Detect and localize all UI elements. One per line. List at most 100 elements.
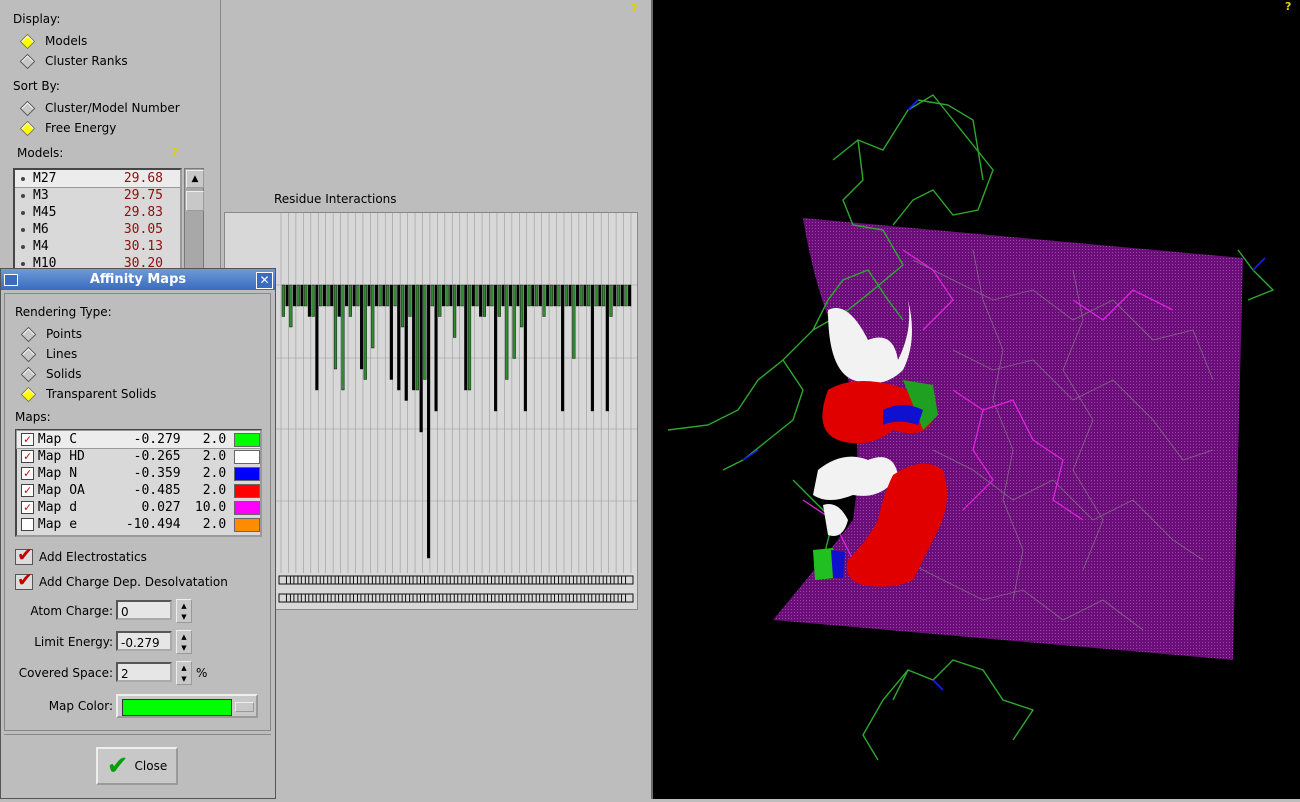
sort-option-free-energy[interactable]: Free Energy — [19, 119, 117, 137]
help-icon[interactable]: ? — [631, 2, 637, 15]
map-row[interactable]: ✓ Map N -0.359 2.0 — [17, 465, 260, 482]
chart-bar — [449, 284, 453, 307]
residue-tick-label — [427, 575, 440, 585]
display-option-models[interactable]: Models — [19, 32, 87, 50]
covered-space-field[interactable]: 2 — [116, 662, 172, 682]
model-row[interactable]: M3 29.75 — [15, 187, 180, 204]
covered-space-spinner[interactable]: ▲ ▼ — [176, 661, 192, 685]
limit-energy-label: Limit Energy: — [34, 635, 113, 649]
chart-bar — [594, 284, 598, 307]
residue-tick-label — [613, 593, 627, 603]
residue-tick-label — [516, 593, 530, 603]
map-row[interactable]: ✓ Map d 0.027 10.0 — [17, 499, 260, 516]
scroll-up-icon[interactable]: ▲ — [186, 170, 204, 188]
chart-bar — [359, 284, 364, 370]
residue-tick-label — [352, 593, 366, 603]
bullet-icon — [21, 261, 25, 266]
map-scale: 2.0 — [202, 517, 227, 532]
map-row[interactable]: Map e -10.494 2.0 — [17, 516, 260, 533]
chart-bar — [415, 284, 419, 391]
checkbox-checked-icon[interactable]: ✓ — [21, 467, 34, 480]
chart-bar — [523, 284, 527, 412]
residue-tick-label — [561, 593, 574, 603]
map-name: Map C — [37, 432, 78, 447]
limit-energy-spinner[interactable]: ▲ ▼ — [176, 630, 192, 654]
chart-bar — [508, 284, 513, 307]
checkbox-icon[interactable] — [21, 518, 34, 531]
chart-bar — [307, 284, 311, 317]
map-name: Map N — [37, 466, 78, 481]
sort-by-label: Sort By: — [13, 79, 60, 93]
map-name: Map HD — [37, 449, 85, 464]
residue-tick-label — [345, 575, 358, 585]
chart-bar — [505, 284, 509, 380]
map-color-swatch — [234, 500, 260, 515]
render-option-transparent-solids[interactable]: Transparent Solids — [20, 385, 156, 403]
model-row[interactable]: M45 29.83 — [15, 204, 180, 221]
chart-bar — [289, 284, 293, 328]
molecule-3d-viewer[interactable]: ? — [651, 0, 1300, 799]
checkbox-checked-icon[interactable]: ✓ — [21, 450, 34, 463]
atom-charge-spinner[interactable]: ▲ ▼ — [176, 599, 192, 623]
chart-bar — [333, 284, 338, 370]
maps-list[interactable]: ✓ Map C -0.279 2.0 ✓ Map HD -0.265 2.0 ✓ Map N -0.… — [15, 429, 262, 537]
limit-energy-field[interactable]: -0.279 — [116, 631, 172, 651]
chart-bar — [624, 284, 628, 307]
radio-label: Cluster/Model Number — [45, 101, 180, 115]
radio-label: Solids — [46, 367, 82, 381]
atom-charge-field[interactable]: 0 — [116, 600, 172, 620]
close-icon[interactable]: ✕ — [256, 272, 273, 289]
close-button[interactable]: ✔ Close — [96, 747, 178, 785]
chart-bar — [546, 284, 550, 307]
chart-bar — [356, 284, 360, 307]
map-energy: 0.027 — [141, 500, 181, 515]
checkbox-checked-icon[interactable]: ✓ — [21, 484, 34, 497]
model-row[interactable]: M4 30.13 — [15, 238, 180, 255]
residue-tick-label — [427, 593, 440, 603]
checkbox-checked-icon[interactable]: ✓ — [21, 433, 34, 446]
chart-bar — [363, 284, 367, 380]
help-icon[interactable]: ? — [1285, 0, 1291, 13]
radio-icon — [20, 366, 37, 382]
residue-tick-label — [293, 575, 306, 585]
map-scale: 10.0 — [194, 500, 227, 515]
add-electrostatics-checkbox[interactable]: ✔ Add Electrostatics — [15, 544, 147, 566]
render-option-lines[interactable]: Lines — [20, 345, 77, 363]
map-row[interactable]: ✓ Map OA -0.485 2.0 — [17, 482, 260, 499]
models-list[interactable]: M27 29.68 M3 29.75 M45 29.83 M6 30.05 M4 30.13 M10… — [13, 168, 182, 274]
bullet-icon — [21, 176, 25, 181]
map-color-swatch — [234, 449, 260, 464]
residue-tick-label — [524, 593, 537, 603]
sort-option-cluster-model[interactable]: Cluster/Model Number — [19, 99, 180, 117]
render-option-solids[interactable]: Solids — [20, 365, 82, 383]
residue-tick-label — [278, 575, 291, 585]
color-dropdown-icon[interactable] — [235, 702, 254, 712]
map-row[interactable]: ✓ Map HD -0.265 2.0 — [17, 448, 260, 465]
map-color-swatch — [234, 432, 260, 447]
add-desolvation-checkbox[interactable]: ✔ Add Charge Dep. Desolvatation — [15, 569, 228, 591]
display-option-cluster-ranks[interactable]: Cluster Ranks — [19, 52, 128, 70]
map-row[interactable]: ✓ Map C -0.279 2.0 — [16, 430, 261, 449]
scroll-thumb[interactable] — [186, 191, 204, 211]
radio-label: Free Energy — [45, 121, 117, 135]
residue-tick-label — [300, 593, 314, 603]
chart-bar — [512, 284, 516, 359]
chart-bar — [479, 284, 483, 317]
chart-bar — [534, 284, 539, 307]
residue-tick-label — [472, 575, 485, 585]
render-option-points[interactable]: Points — [20, 325, 82, 343]
checkbox-checked-icon[interactable]: ✓ — [21, 501, 34, 514]
model-row[interactable]: M6 30.05 — [15, 221, 180, 238]
radio-selected-icon — [19, 33, 36, 49]
residue-tick-label — [613, 575, 627, 585]
model-row[interactable]: M27 29.68 — [15, 170, 180, 188]
dialog-titlebar[interactable]: Affinity Maps — [1, 269, 275, 290]
window-menu-icon[interactable] — [4, 274, 18, 286]
models-scrollbar[interactable]: ▲ — [184, 168, 204, 272]
help-icon[interactable]: ? — [172, 146, 178, 159]
residue-tick-label — [315, 593, 329, 603]
residue-tick-label — [509, 593, 522, 603]
chart-bar — [628, 284, 632, 307]
map-color-picker[interactable] — [116, 694, 258, 718]
chart-bar — [501, 284, 505, 307]
